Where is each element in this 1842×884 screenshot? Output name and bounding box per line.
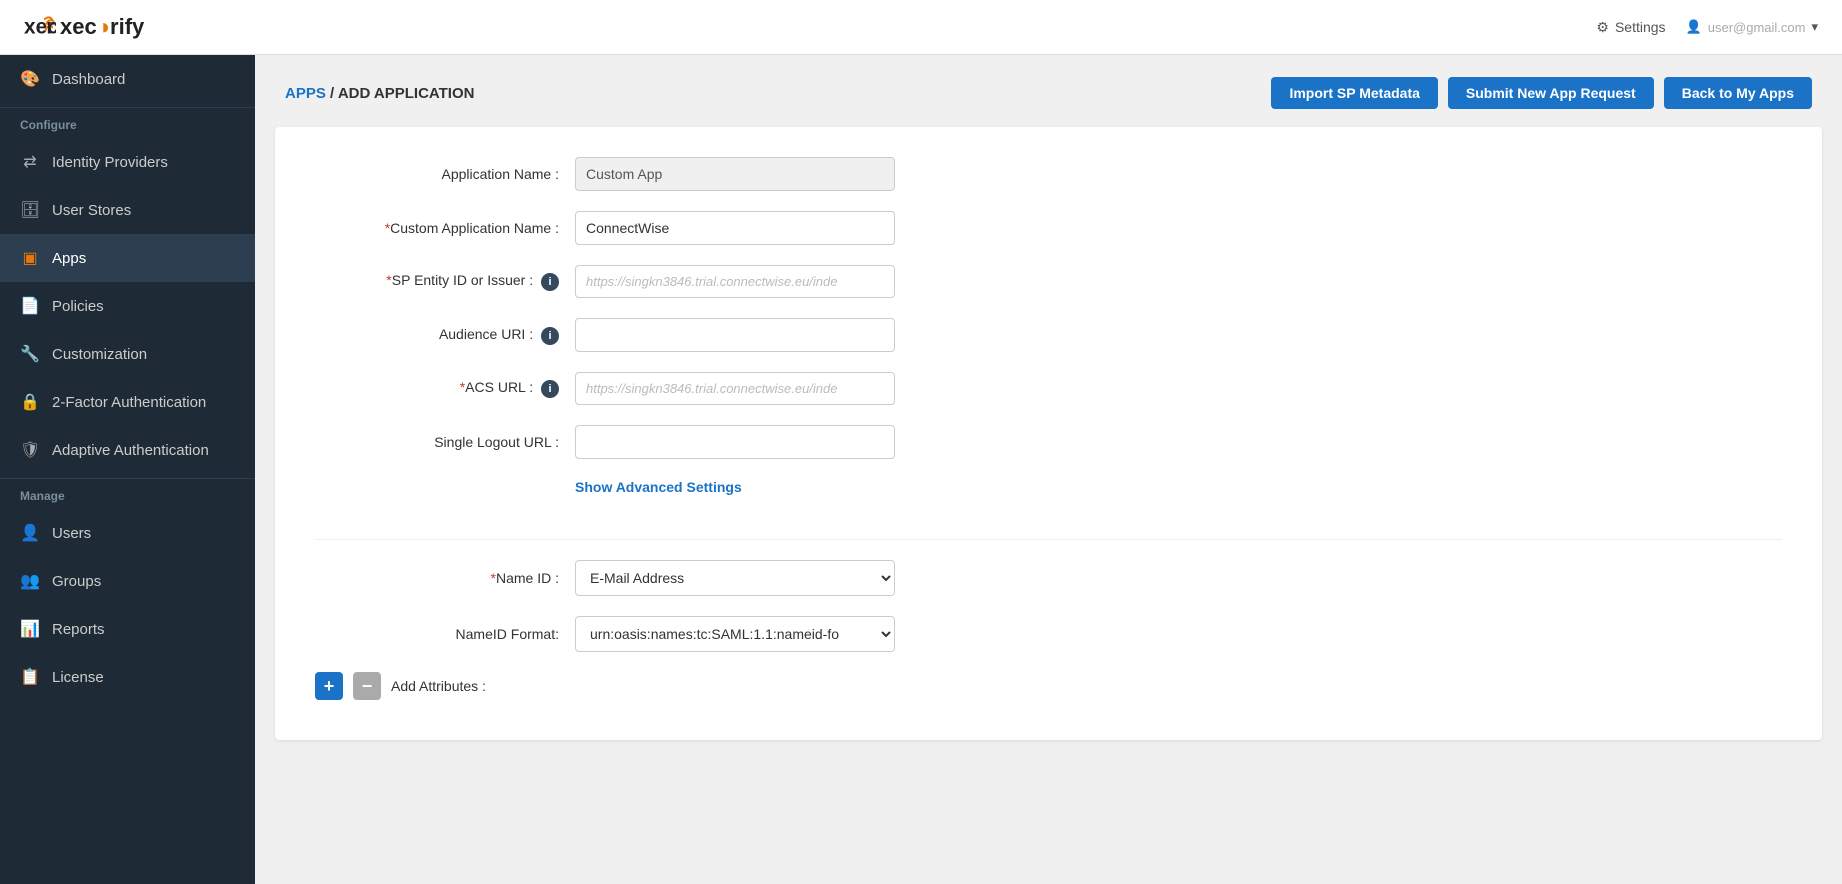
svg-text:rify: rify xyxy=(46,15,56,38)
import-sp-metadata-button[interactable]: Import SP Metadata xyxy=(1271,77,1437,109)
sidebar-item-customization[interactable]: 🔧 Customization xyxy=(0,330,255,378)
show-advanced-settings-link[interactable]: Show Advanced Settings xyxy=(575,479,742,495)
sidebar-item-dashboard[interactable]: 🎨 Dashboard xyxy=(0,55,255,103)
user-email: user@gmail.com xyxy=(1708,20,1806,35)
chevron-down-icon: ▾ xyxy=(1811,19,1818,35)
audience-uri-label: Audience URI : i xyxy=(315,326,575,345)
user-icon: 👤 xyxy=(1686,19,1702,35)
sidebar-item-label: Adaptive Authentication xyxy=(52,442,209,459)
sidebar-item-label: Identity Providers xyxy=(52,154,168,171)
sidebar-item-users[interactable]: 👤 Users xyxy=(0,509,255,557)
sidebar-item-user-stores[interactable]: 🗄 User Stores xyxy=(0,186,255,234)
2fa-icon: 🔒 xyxy=(20,392,40,412)
name-id-select[interactable]: E-Mail Address Username UserID xyxy=(575,560,895,596)
name-id-row: *Name ID : E-Mail Address Username UserI… xyxy=(315,560,1782,596)
policies-icon: 📄 xyxy=(20,296,40,316)
application-name-row: Application Name : xyxy=(315,157,1782,191)
acs-url-label: *ACS URL : i xyxy=(315,379,575,398)
logo-icon: xec rify xyxy=(24,11,56,43)
acs-url-row: *ACS URL : i xyxy=(315,372,1782,405)
page-header-actions: Import SP Metadata Submit New App Reques… xyxy=(1271,77,1812,109)
header: xec rify xec◑rify ⚙ Settings 👤 user@gmai… xyxy=(0,0,1842,55)
add-attributes-label: Add Attributes : xyxy=(391,678,486,694)
adaptive-auth-icon: 🛡 xyxy=(20,440,40,460)
content-area: APPS / ADD APPLICATION Import SP Metadat… xyxy=(255,55,1842,884)
breadcrumb-current: ADD APPLICATION xyxy=(338,85,475,102)
sp-entity-label: *SP Entity ID or Issuer : i xyxy=(315,272,575,291)
page-header: APPS / ADD APPLICATION Import SP Metadat… xyxy=(255,55,1842,127)
license-icon: 📋 xyxy=(20,667,40,687)
customization-icon: 🔧 xyxy=(20,344,40,364)
sidebar-item-identity-providers[interactable]: ⇄ Identity Providers xyxy=(0,138,255,186)
single-logout-label: Single Logout URL : xyxy=(315,434,575,450)
groups-icon: 👥 xyxy=(20,571,40,591)
sidebar-item-label: Policies xyxy=(52,298,104,315)
custom-app-name-row: *Custom Application Name : xyxy=(315,211,1782,245)
apps-icon: ▣ xyxy=(20,248,40,268)
sidebar-section-configure: Configure xyxy=(0,107,255,138)
settings-link[interactable]: ⚙ Settings xyxy=(1596,19,1665,36)
logo: xec rify xec◑rify xyxy=(24,11,144,43)
reports-icon: 📊 xyxy=(20,619,40,639)
breadcrumb: APPS / ADD APPLICATION xyxy=(285,85,474,102)
custom-app-name-input[interactable] xyxy=(575,211,895,245)
header-right: ⚙ Settings 👤 user@gmail.com ▾ xyxy=(1596,19,1818,36)
user-info[interactable]: 👤 user@gmail.com ▾ xyxy=(1686,19,1818,35)
single-logout-input[interactable] xyxy=(575,425,895,459)
sidebar-item-label: Customization xyxy=(52,346,147,363)
breadcrumb-parent[interactable]: APPS xyxy=(285,85,326,102)
audience-uri-info-icon: i xyxy=(541,327,559,345)
sidebar-item-label: 2-Factor Authentication xyxy=(52,394,206,411)
submit-new-app-button[interactable]: Submit New App Request xyxy=(1448,77,1654,109)
add-attribute-minus-button[interactable]: − xyxy=(353,672,381,700)
sp-entity-row: *SP Entity ID or Issuer : i xyxy=(315,265,1782,298)
sidebar-item-label: License xyxy=(52,669,104,686)
sidebar-item-label: Users xyxy=(52,525,91,542)
identity-providers-icon: ⇄ xyxy=(20,152,40,172)
form-card: Application Name : *Custom Application N… xyxy=(275,127,1822,740)
sidebar-item-apps[interactable]: ▣ Apps xyxy=(0,234,255,282)
dashboard-icon: 🎨 xyxy=(20,69,40,89)
main-layout: 🎨 Dashboard Configure ⇄ Identity Provide… xyxy=(0,55,1842,884)
sidebar-item-adaptive-auth[interactable]: 🛡 Adaptive Authentication xyxy=(0,426,255,474)
sidebar: 🎨 Dashboard Configure ⇄ Identity Provide… xyxy=(0,55,255,884)
sidebar-item-label: Reports xyxy=(52,621,105,638)
sp-entity-input[interactable] xyxy=(575,265,895,298)
nameid-format-label: NameID Format: xyxy=(315,626,575,642)
sp-entity-info-icon: i xyxy=(541,273,559,291)
add-attribute-plus-button[interactable]: + xyxy=(315,672,343,700)
sidebar-section-manage: Manage xyxy=(0,478,255,509)
sidebar-item-label: Dashboard xyxy=(52,71,125,88)
logo-text: xec◑rify xyxy=(60,14,144,40)
name-id-label: *Name ID : xyxy=(315,570,575,586)
acs-url-input[interactable] xyxy=(575,372,895,405)
single-logout-row: Single Logout URL : xyxy=(315,425,1782,459)
gear-icon: ⚙ xyxy=(1596,19,1609,36)
sidebar-item-license[interactable]: 📋 License xyxy=(0,653,255,701)
application-name-label: Application Name : xyxy=(315,166,575,182)
audience-uri-input[interactable] xyxy=(575,318,895,352)
add-attributes-row: + − Add Attributes : xyxy=(315,672,1782,700)
nameid-format-select[interactable]: urn:oasis:names:tc:SAML:1.1:nameid-fo xyxy=(575,616,895,652)
settings-label: Settings xyxy=(1615,19,1666,35)
sidebar-item-groups[interactable]: 👥 Groups xyxy=(0,557,255,605)
users-icon: 👤 xyxy=(20,523,40,543)
user-stores-icon: 🗄 xyxy=(20,200,40,220)
acs-url-info-icon: i xyxy=(541,380,559,398)
sidebar-item-policies[interactable]: 📄 Policies xyxy=(0,282,255,330)
sidebar-item-label: User Stores xyxy=(52,202,131,219)
sidebar-item-reports[interactable]: 📊 Reports xyxy=(0,605,255,653)
divider xyxy=(315,539,1782,540)
nameid-format-row: NameID Format: urn:oasis:names:tc:SAML:1… xyxy=(315,616,1782,652)
sidebar-item-2fa[interactable]: 🔒 2-Factor Authentication xyxy=(0,378,255,426)
custom-app-name-label: *Custom Application Name : xyxy=(315,220,575,236)
sidebar-item-label: Groups xyxy=(52,573,101,590)
audience-uri-row: Audience URI : i xyxy=(315,318,1782,352)
back-to-my-apps-button[interactable]: Back to My Apps xyxy=(1664,77,1812,109)
application-name-input[interactable] xyxy=(575,157,895,191)
breadcrumb-separator: / xyxy=(330,85,338,102)
sidebar-item-label: Apps xyxy=(52,250,86,267)
